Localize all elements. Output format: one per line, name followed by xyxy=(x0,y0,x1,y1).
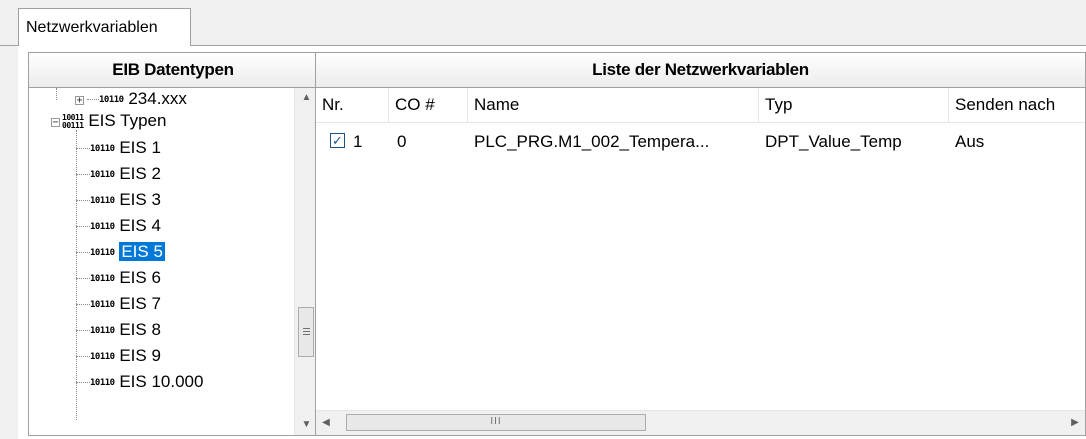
cell-nr: 1 xyxy=(353,132,363,151)
datatype-tree: +10110 234.xxx −10011 00111 EIS Typen 101… xyxy=(29,88,294,435)
tree-item-eis-3[interactable]: 10110 EIS 3 xyxy=(76,187,161,213)
datatype-icon: 10110 xyxy=(90,325,115,336)
column-header-typ[interactable]: Typ xyxy=(759,88,949,122)
cell-co: 0 xyxy=(397,132,407,151)
datatype-icon: 10110 xyxy=(90,299,115,310)
tree-item-eis-5[interactable]: 10110 EIS 5 xyxy=(76,239,165,265)
tree-item-eis-9[interactable]: 10110 EIS 9 xyxy=(76,343,161,369)
list-column-headers: Nr. CO # Name Typ Senden nach xyxy=(316,88,1085,123)
datatype-icon: 10110 xyxy=(90,195,115,206)
tree-item-label-selected: EIS 5 xyxy=(119,242,165,261)
tree-item-label: EIS 6 xyxy=(119,268,161,287)
tree-item-label: EIS 8 xyxy=(119,320,161,339)
tree-item-eis-4[interactable]: 10110 EIS 4 xyxy=(76,213,161,239)
tree-item-label: EIS 2 xyxy=(119,164,161,183)
tree-item-eis-7[interactable]: 10110 EIS 7 xyxy=(76,291,161,317)
datatype-icon: 10110 xyxy=(90,169,115,180)
scrollbar-thumb[interactable]: III xyxy=(346,414,646,431)
cell-typ: DPT_Value_Temp xyxy=(765,132,902,151)
datatype-icon: 10110 xyxy=(90,377,115,388)
list-horizontal-scrollbar[interactable]: ◀ III ▶ xyxy=(316,410,1085,435)
scrollbar-thumb[interactable] xyxy=(298,307,314,357)
tree-item-label: EIS Typen xyxy=(88,111,167,130)
tree-item-eis-8[interactable]: 10110 EIS 8 xyxy=(76,317,161,343)
expand-icon[interactable]: + xyxy=(75,96,84,106)
datatype-icon: 10110 xyxy=(90,143,115,154)
tree-item-label: EIS 1 xyxy=(119,138,161,157)
row-checkbox[interactable]: ✓ xyxy=(330,133,345,148)
tree-item-label: EIS 3 xyxy=(119,190,161,209)
tree-line xyxy=(56,88,57,100)
tree-item-eis-2[interactable]: 10110 EIS 2 xyxy=(76,161,161,187)
column-header-name[interactable]: Name xyxy=(468,88,759,122)
datatype-icon: 10110 xyxy=(90,247,115,258)
eib-datatypes-header: EIB Datentypen xyxy=(29,53,317,88)
scroll-left-arrow-icon[interactable]: ◀ xyxy=(316,411,336,435)
column-header-senden-nach[interactable]: Senden nach xyxy=(949,88,1085,122)
tree-item-eis-typen[interactable]: −10011 00111 EIS Typen xyxy=(51,108,166,134)
eib-datatypes-panel: EIB Datentypen +10110 234.xxx −10011 0011… xyxy=(28,52,318,436)
tab-content: EIB Datentypen +10110 234.xxx −10011 0011… xyxy=(18,46,1086,439)
datatype-icon: 10110 xyxy=(90,273,115,284)
network-variables-panel: Liste der Netzwerkvariablen Nr. CO # Nam… xyxy=(315,52,1086,436)
tree-item-label: EIS 7 xyxy=(119,294,161,313)
datatype-icon: 10110 xyxy=(90,221,115,232)
tab-netzwerkvariablen[interactable]: Netzwerkvariablen xyxy=(18,8,191,46)
cell-senden-nach: Aus xyxy=(955,132,985,151)
tree-item-eis-10000[interactable]: 10110 EIS 10.000 xyxy=(76,369,203,395)
tree-item-eis-1[interactable]: 10110 EIS 1 xyxy=(76,135,161,161)
column-header-nr[interactable]: Nr. xyxy=(316,88,389,122)
datatype-group-icon: 10011 00111 xyxy=(62,112,84,130)
tree-item-label: EIS 4 xyxy=(119,216,161,235)
tree-item-label: EIS 10.000 xyxy=(119,372,204,391)
network-variables-header: Liste der Netzwerkvariablen xyxy=(316,53,1085,88)
tree-item-label: EIS 9 xyxy=(119,346,161,365)
cell-name: PLC_PRG.M1_002_Tempera... xyxy=(474,132,710,151)
datatype-icon: 10110 xyxy=(90,351,115,362)
scroll-right-arrow-icon[interactable]: ▶ xyxy=(1065,411,1085,435)
tree-item-label: 234.xxx xyxy=(128,89,187,108)
column-header-co[interactable]: CO # xyxy=(389,88,468,122)
tree-item-eis-6[interactable]: 10110 EIS 6 xyxy=(76,265,161,291)
collapse-icon[interactable]: − xyxy=(51,118,60,128)
